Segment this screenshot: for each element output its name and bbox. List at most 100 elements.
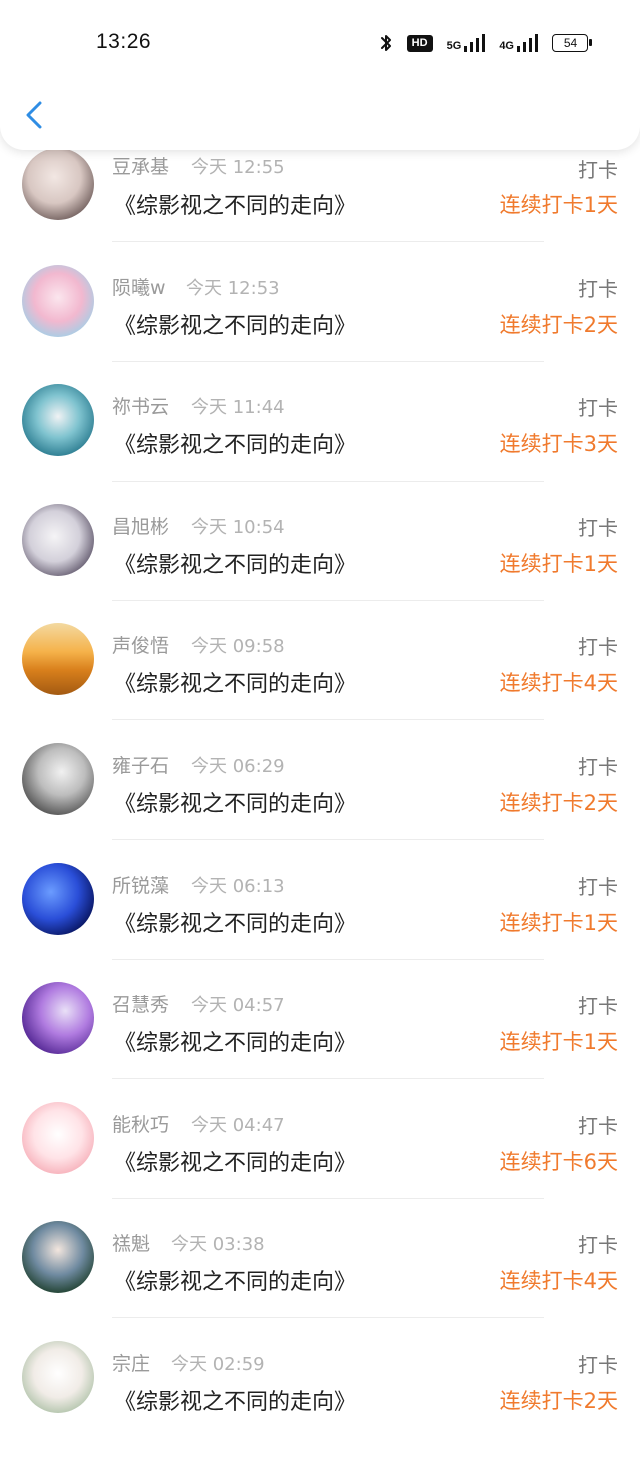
streak-badge: 连续打卡1天: [499, 1030, 618, 1054]
user-name[interactable]: 祢书云: [112, 392, 169, 419]
list-item[interactable]: 召慧秀 今天 04:57 《综影视之不同的走向》 打卡 连续打卡1天: [0, 982, 640, 1102]
user-name[interactable]: 昌旭彬: [112, 512, 169, 539]
streak-badge: 连续打卡1天: [499, 552, 618, 576]
checkin-tag: 打卡: [578, 1353, 618, 1377]
book-title[interactable]: 《综影视之不同的走向》: [114, 308, 356, 340]
streak-badge: 连续打卡4天: [499, 1269, 618, 1293]
user-name[interactable]: 所锐藻: [112, 871, 169, 898]
avatar[interactable]: [22, 1341, 94, 1413]
list-item[interactable]: 声俊悟 今天 09:58 《综影视之不同的走向》 打卡 连续打卡4天: [0, 623, 640, 743]
user-name[interactable]: 声俊悟: [112, 631, 169, 658]
hd-icon: HD: [406, 34, 433, 52]
book-title[interactable]: 《综影视之不同的走向》: [114, 1384, 356, 1416]
top-app-bar: 13:26 HD 5G 4G 54: [0, 0, 640, 150]
back-button[interactable]: [22, 97, 48, 137]
divider: [112, 1198, 544, 1199]
user-name[interactable]: 陨曦w: [112, 273, 166, 300]
streak-badge: 连续打卡1天: [499, 911, 618, 935]
hd-label: HD: [411, 37, 428, 49]
list-item[interactable]: 宗庄 今天 02:59 《综影视之不同的走向》 打卡 连续打卡2天: [0, 1341, 640, 1461]
signal-5g-icon: 5G: [447, 34, 486, 52]
checkin-tag: 打卡: [578, 635, 618, 659]
avatar[interactable]: [22, 863, 94, 935]
checkin-tag: 打卡: [578, 875, 618, 899]
post-time: 今天 12:53: [186, 278, 280, 299]
user-name[interactable]: 召慧秀: [112, 990, 169, 1017]
divider: [112, 719, 544, 720]
checkin-tag: 打卡: [578, 516, 618, 540]
avatar[interactable]: [22, 1221, 94, 1293]
post-time: 今天 10:54: [191, 517, 285, 538]
checkin-tag: 打卡: [578, 277, 618, 301]
checkin-tag: 打卡: [578, 755, 618, 779]
post-time: 今天 11:44: [191, 397, 285, 418]
avatar[interactable]: [22, 384, 94, 456]
list-item[interactable]: 能秋巧 今天 04:47 《综影视之不同的走向》 打卡 连续打卡6天: [0, 1102, 640, 1222]
list-item[interactable]: 雍子石 今天 06:29 《综影视之不同的走向》 打卡 连续打卡2天: [0, 743, 640, 863]
book-title[interactable]: 《综影视之不同的走向》: [114, 427, 356, 459]
book-title[interactable]: 《综影视之不同的走向》: [114, 1025, 356, 1057]
streak-badge: 连续打卡1天: [499, 193, 618, 217]
streak-badge: 连续打卡2天: [499, 791, 618, 815]
network-4g-label: 4G: [499, 40, 514, 52]
signal-4g-icon: 4G: [499, 34, 538, 52]
streak-badge: 连续打卡3天: [499, 432, 618, 456]
divider: [112, 1078, 544, 1079]
streak-badge: 连续打卡6天: [499, 1150, 618, 1174]
list-item[interactable]: 禚魁 今天 03:38 《综影视之不同的走向》 打卡 连续打卡4天: [0, 1221, 640, 1341]
user-name[interactable]: 雍子石: [112, 751, 169, 778]
battery-icon: 54: [552, 34, 592, 52]
avatar[interactable]: [22, 623, 94, 695]
avatar[interactable]: [22, 982, 94, 1054]
checkin-tag: 打卡: [578, 396, 618, 420]
post-time: 今天 04:57: [191, 995, 285, 1016]
post-time: 今天 02:59: [171, 1354, 265, 1375]
divider: [112, 361, 544, 362]
book-title[interactable]: 《综影视之不同的走向》: [114, 786, 356, 818]
battery-level: 54: [563, 36, 578, 50]
book-title[interactable]: 《综影视之不同的走向》: [114, 547, 356, 579]
divider: [112, 600, 544, 601]
avatar[interactable]: [22, 265, 94, 337]
divider: [112, 839, 544, 840]
avatar[interactable]: [22, 743, 94, 815]
list-item[interactable]: 豆承基 今天 12:55 《综影视之不同的走向》 打卡 连续打卡1天: [0, 148, 640, 268]
post-time: 今天 04:47: [191, 1115, 285, 1136]
list-item[interactable]: 所锐藻 今天 06:13 《综影视之不同的走向》 打卡 连续打卡1天: [0, 863, 640, 983]
post-time: 今天 09:58: [191, 636, 285, 657]
list-item[interactable]: 陨曦w 今天 12:53 《综影视之不同的走向》 打卡 连续打卡2天: [0, 265, 640, 385]
book-title[interactable]: 《综影视之不同的走向》: [114, 906, 356, 938]
list-item[interactable]: 祢书云 今天 11:44 《综影视之不同的走向》 打卡 连续打卡3天: [0, 384, 640, 504]
checkin-tag: 打卡: [578, 1114, 618, 1138]
avatar[interactable]: [22, 148, 94, 220]
streak-badge: 连续打卡2天: [499, 1389, 618, 1413]
book-title[interactable]: 《综影视之不同的走向》: [114, 188, 356, 220]
streak-badge: 连续打卡2天: [499, 313, 618, 337]
list-item[interactable]: 昌旭彬 今天 10:54 《综影视之不同的走向》 打卡 连续打卡1天: [0, 504, 640, 624]
post-time: 今天 03:38: [171, 1234, 265, 1255]
user-name[interactable]: 能秋巧: [112, 1110, 169, 1137]
user-name[interactable]: 禚魁: [112, 1229, 150, 1256]
user-name[interactable]: 宗庄: [112, 1349, 150, 1376]
bluetooth-icon: [379, 32, 393, 54]
book-title[interactable]: 《综影视之不同的走向》: [114, 1145, 356, 1177]
checkin-tag: 打卡: [578, 1233, 618, 1257]
avatar[interactable]: [22, 1102, 94, 1174]
divider: [112, 241, 544, 242]
status-icons: HD 5G 4G 54: [379, 31, 592, 55]
avatar[interactable]: [22, 504, 94, 576]
divider: [112, 959, 544, 960]
checkin-tag: 打卡: [578, 158, 618, 182]
divider: [112, 481, 544, 482]
book-title[interactable]: 《综影视之不同的走向》: [114, 666, 356, 698]
network-5g-label: 5G: [446, 40, 462, 52]
divider: [112, 1317, 544, 1318]
post-time: 今天 06:29: [191, 756, 285, 777]
user-name[interactable]: 豆承基: [112, 152, 169, 179]
back-arrow-icon[interactable]: [22, 97, 48, 137]
post-time: 今天 12:55: [191, 157, 285, 178]
book-title[interactable]: 《综影视之不同的走向》: [114, 1264, 356, 1296]
post-time: 今天 06:13: [191, 876, 285, 897]
checkin-tag: 打卡: [578, 994, 618, 1018]
streak-badge: 连续打卡4天: [499, 671, 618, 695]
